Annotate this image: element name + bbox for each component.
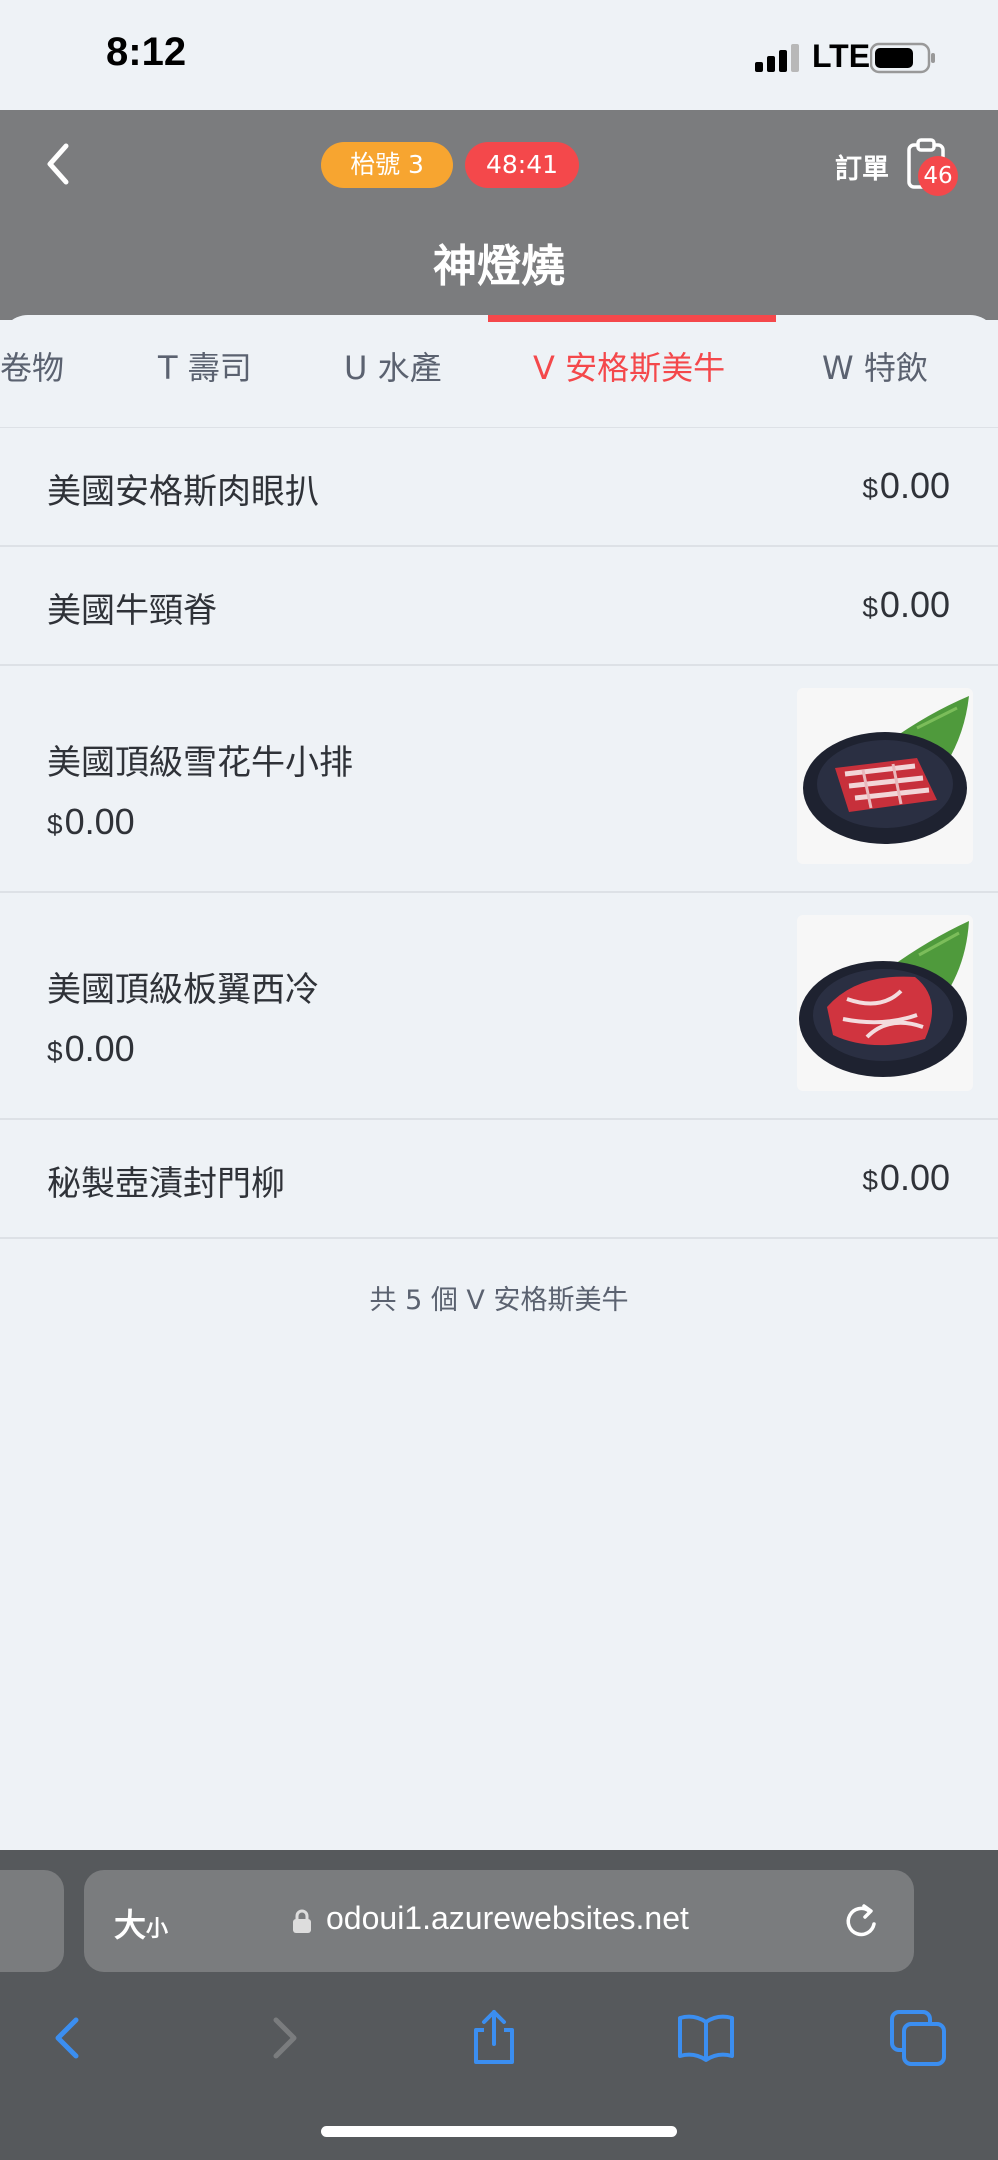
tabs-icon[interactable] [888, 2008, 948, 2068]
item-name: 秘製壺漬封門柳 [47, 1164, 285, 1204]
app-header: 枱號 3 48:41 訂單 46 神燈燒 [0, 110, 998, 320]
menu-item-list: 美國安格斯肉眼扒 $0.00 美國牛頸脊 $0.00 美國頂級雪花牛小排 $0.… [0, 428, 998, 1239]
tab-angus-beef[interactable]: V 安格斯美牛 [533, 315, 725, 427]
sirloin-beef-plate-image [799, 921, 969, 1077]
item-price: $0.00 [47, 801, 135, 842]
item-price: $0.00 [862, 1157, 950, 1198]
url-text: odoui1.azurewebsites.net [326, 1900, 689, 1936]
lock-icon [293, 1909, 311, 1933]
reload-icon[interactable] [840, 1900, 884, 1944]
menu-item[interactable]: 美國安格斯肉眼扒 $0.00 [0, 428, 998, 547]
item-name: 美國安格斯肉眼扒 [47, 472, 319, 512]
menu-item[interactable]: 美國牛頸脊 $0.00 [0, 547, 998, 666]
menu-item[interactable]: 美國頂級雪花牛小排 $0.00 [0, 666, 998, 893]
order-count-badge: 46 [918, 156, 958, 196]
item-price: $0.00 [47, 1028, 135, 1069]
tab-seafood[interactable]: U 水產 [344, 315, 442, 427]
menu-item[interactable]: 美國頂級板翼西冷 $0.00 [0, 893, 998, 1120]
browser-toolbar: 大小 odoui1.azurewebsites.net [0, 1850, 998, 2160]
item-name: 美國牛頸脊 [47, 591, 217, 631]
bookmarks-icon[interactable] [676, 2008, 736, 2068]
text-size-button[interactable]: 大小 [114, 1900, 168, 1946]
list-count-footer: 共 5 個 V 安格斯美牛 [369, 1285, 629, 1316]
marbled-beef-plate-image [803, 696, 969, 844]
item-price: $0.00 [862, 465, 950, 506]
session-timer-badge: 48:41 [465, 142, 579, 188]
category-tab-bar: 卷物 T 壽司 U 水產 V 安格斯美牛 W 特飲 [0, 315, 998, 428]
home-indicator[interactable] [321, 2126, 677, 2137]
share-icon[interactable] [464, 2008, 524, 2068]
status-time: 8:12 [106, 30, 187, 74]
back-arrow-icon[interactable] [38, 2008, 98, 2068]
back-chevron-icon[interactable] [40, 140, 74, 188]
previous-tab-preview[interactable] [0, 1870, 64, 1972]
forward-arrow-icon[interactable] [254, 2008, 314, 2068]
address-bar[interactable]: 大小 odoui1.azurewebsites.net [84, 1870, 914, 1972]
menu-item[interactable]: 秘製壺漬封門柳 $0.00 [0, 1120, 998, 1239]
carrier-label: LTE [812, 38, 871, 74]
store-title: 神燈燒 [433, 241, 565, 292]
item-photo[interactable] [797, 688, 973, 864]
status-bar: 8:12 LTE [0, 0, 998, 110]
tab-rolls[interactable]: 卷物 [0, 315, 64, 427]
item-name: 美國頂級板翼西冷 [47, 970, 319, 1010]
battery-icon [870, 42, 935, 74]
item-name: 美國頂級雪花牛小排 [47, 743, 353, 783]
table-number-badge: 枱號 3 [321, 142, 453, 188]
order-button-label[interactable]: 訂單 [835, 147, 889, 186]
item-price: $0.00 [862, 584, 950, 625]
tab-sushi[interactable]: T 壽司 [158, 315, 252, 427]
signal-strength-icon [755, 44, 799, 72]
active-tab-indicator [488, 315, 776, 322]
tab-special-drinks[interactable]: W 特飲 [822, 315, 928, 427]
item-photo[interactable] [797, 915, 973, 1091]
